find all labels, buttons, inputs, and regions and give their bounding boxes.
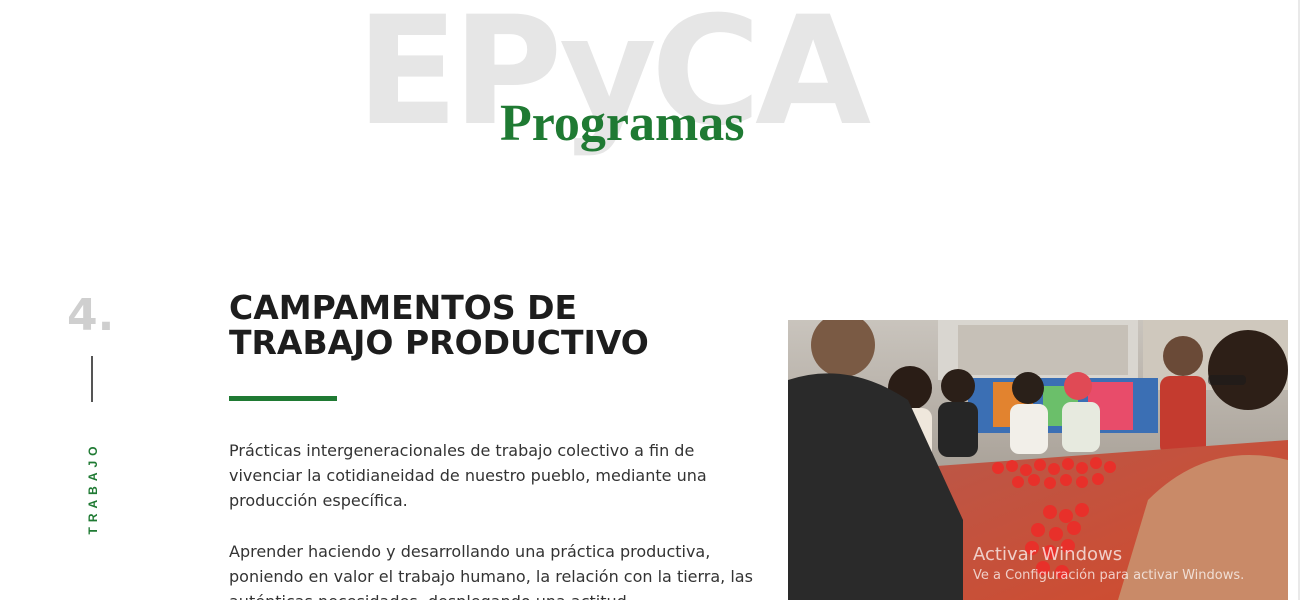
program-description-paragraph: Prácticas intergeneracionales de trabajo… bbox=[229, 441, 707, 510]
vertical-divider bbox=[91, 356, 93, 402]
program-number: 4. bbox=[67, 290, 115, 341]
program-heading: CAMPAMENTOS DE TRABAJO PRODUCTIVO bbox=[229, 290, 789, 360]
section-title: Programas bbox=[500, 95, 745, 152]
heading-underline bbox=[229, 396, 337, 401]
program-heading-line: TRABAJO PRODUCTIVO bbox=[229, 323, 649, 362]
windows-activation-watermark: Activar Windows Ve a Configuración para … bbox=[973, 543, 1244, 585]
windows-activation-title: Activar Windows bbox=[973, 544, 1123, 565]
windows-activation-subtitle: Ve a Configuración para activar Windows. bbox=[973, 568, 1245, 583]
program-description-paragraph: Aprender haciendo y desarrollando una pr… bbox=[229, 542, 753, 600]
program-category-label: TRABAJO bbox=[86, 441, 100, 535]
program-heading-line: CAMPAMENTOS DE bbox=[229, 288, 578, 327]
page: EPyCA Programas 4. TRABAJO CAMPAMENTOS D… bbox=[0, 0, 1300, 600]
